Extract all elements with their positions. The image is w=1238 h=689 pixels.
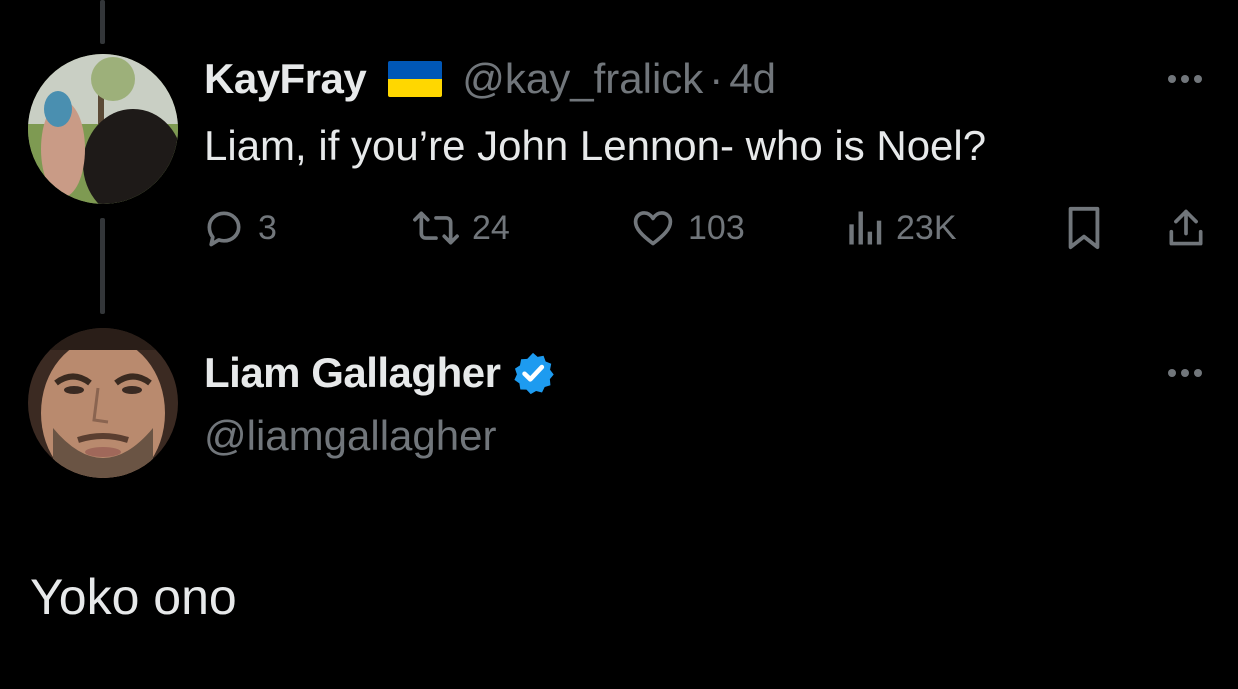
like-button[interactable]: 103 [630,200,745,256]
reply-icon [207,211,241,247]
user-handle[interactable]: @kay_fralick [462,55,703,103]
reply-tweet-text: Yoko ono [30,569,237,625]
thread-line-connector [100,218,105,314]
reply-count: 3 [258,208,277,247]
views-button[interactable]: 23K [844,200,957,256]
avatar-photo-icon [28,54,178,204]
analytics-bars-icon [849,211,882,245]
display-name[interactable]: KayFray [204,55,367,103]
thread-line-top [100,0,105,44]
user-handle[interactable]: @liamgallagher [204,412,496,460]
verified-badge-icon [514,352,555,395]
avatar-photo-icon [28,328,178,478]
tweet-actions-bar: 3 24 103 23K [202,200,1212,256]
ukraine-flag-icon [388,61,443,97]
tweet-timestamp[interactable]: 4d [729,55,776,103]
more-options-icon[interactable] [1168,72,1202,86]
share-icon [1169,209,1203,246]
avatar-liamgallagher[interactable] [28,328,178,478]
bookmark-button[interactable] [1064,200,1104,256]
tweet-header-original: KayFray @kay_fralick · 4d [204,55,776,103]
tweet-text: Liam, if you’re John Lennon- who is Noel… [204,122,987,169]
reply-button[interactable]: 3 [202,200,277,256]
display-name[interactable]: Liam Gallagher [204,349,501,397]
separator-dot: · [709,55,724,102]
share-button[interactable] [1164,200,1208,256]
retweet-count: 24 [472,208,510,247]
more-options-icon[interactable] [1168,366,1202,380]
avatar-kayfray[interactable] [28,54,178,204]
retweet-button[interactable]: 24 [412,200,510,256]
tweet-header-reply: Liam Gallagher [204,348,556,398]
views-count: 23K [896,208,957,247]
heart-icon [633,211,673,246]
retweet-icon [413,211,459,245]
like-count: 103 [688,208,745,247]
bookmark-icon [1068,206,1100,250]
